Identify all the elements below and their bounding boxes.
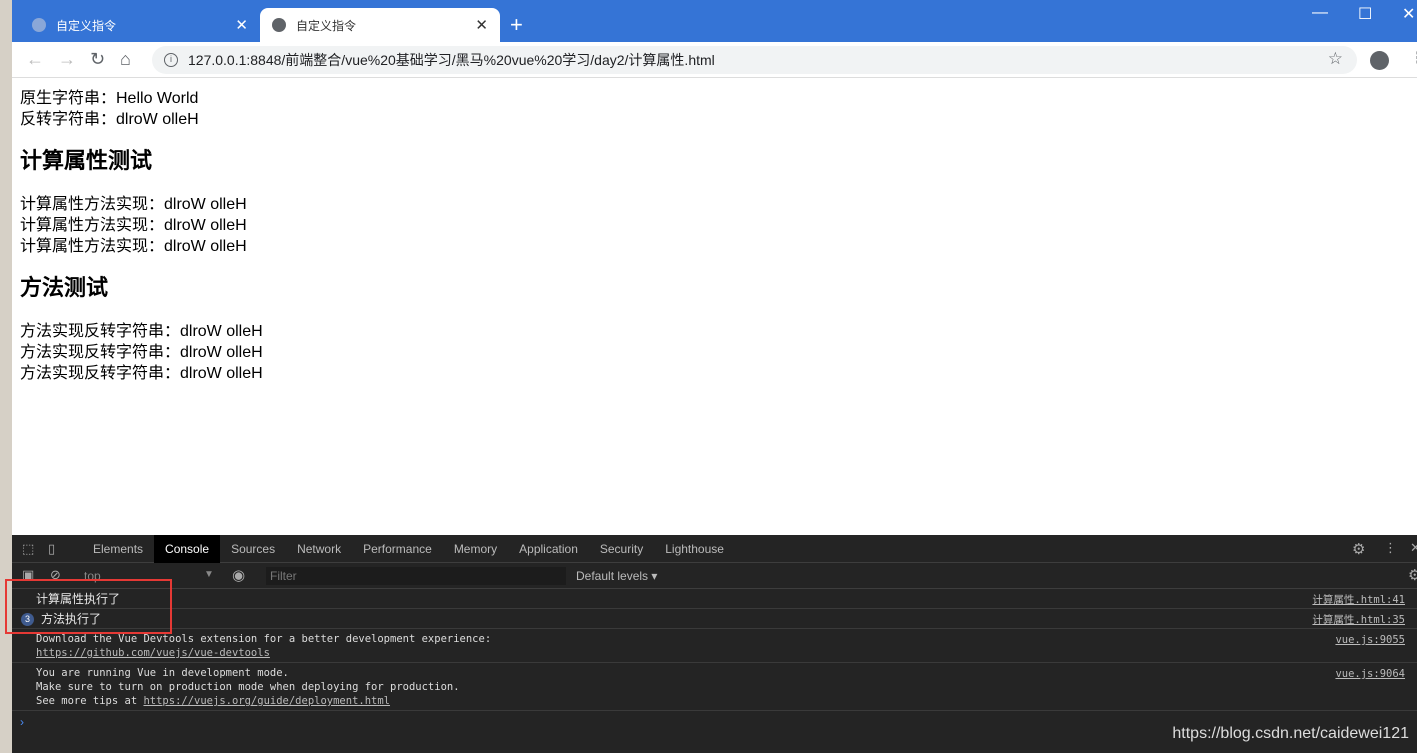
minimize-button[interactable]: — xyxy=(1312,4,1328,22)
computed-line: 计算属性方法实现：dlroW olleH xyxy=(20,238,247,255)
close-window-button[interactable]: ✕ xyxy=(1402,4,1415,24)
source-link[interactable]: 计算属性.html:35 xyxy=(1312,613,1405,627)
devtools-link[interactable]: https://github.com/vuejs/vue-devtools xyxy=(36,646,1417,660)
page-content: 原生字符串：Hello World 反转字符串：dlroW olleH 计算属性… xyxy=(20,78,1417,535)
console-settings-icon[interactable]: ⚙ xyxy=(1408,566,1417,584)
close-tab-icon[interactable]: ✕ xyxy=(235,16,248,34)
reload-icon[interactable]: ↻ xyxy=(90,49,105,70)
console-message: 计算属性执行了 计算属性.html:41 xyxy=(12,589,1417,609)
reversed-string: 反转字符串：dlroW olleH xyxy=(20,111,199,128)
method-line: 方法实现反转字符串：dlroW olleH xyxy=(20,365,263,382)
message-text: Make sure to turn on production mode whe… xyxy=(36,681,460,693)
close-devtools-icon[interactable]: ✕ xyxy=(1410,540,1417,556)
tab-console[interactable]: Console xyxy=(154,534,221,563)
source-link[interactable]: vue.js:9064 xyxy=(1335,667,1405,681)
computed-line: 计算属性方法实现：dlroW olleH xyxy=(20,217,247,234)
eye-icon[interactable]: ◉ xyxy=(232,566,245,584)
tab-bar: 自定义指令 ✕ 自定义指令 ✕ + — ☐ ✕ xyxy=(12,0,1417,42)
method-line: 方法实现反转字符串：dlroW olleH xyxy=(20,344,263,361)
tab-title: 自定义指令 xyxy=(296,18,357,33)
tab-elements[interactable]: Elements xyxy=(82,535,154,563)
console-toolbar: ▣ ⊘ top ▼ ◉ Filter Default levels ▾ ⚙ xyxy=(12,563,1417,589)
message-text: You are running Vue in development mode. xyxy=(36,667,289,679)
tab-title: 自定义指令 xyxy=(56,18,117,33)
tab-memory[interactable]: Memory xyxy=(443,535,508,563)
back-icon[interactable]: ← xyxy=(26,49,44,70)
close-tab-icon[interactable]: ✕ xyxy=(475,16,488,34)
tab-1[interactable]: 自定义指令 ✕ xyxy=(20,8,260,42)
tab-2[interactable]: 自定义指令 ✕ xyxy=(260,8,500,42)
more-options-icon[interactable]: ⋮ xyxy=(1384,540,1397,556)
console-message: You are running Vue in development mode.… xyxy=(12,663,1417,711)
method-heading: 方法测试 xyxy=(20,275,109,300)
forward-icon[interactable]: → xyxy=(58,49,76,70)
levels-dropdown[interactable]: Default levels ▾ xyxy=(576,569,657,583)
computed-heading: 计算属性测试 xyxy=(20,148,153,173)
tab-application[interactable]: Application xyxy=(508,535,589,563)
inspect-icon[interactable]: ⬚ xyxy=(22,541,34,557)
highlight-box xyxy=(5,579,172,634)
message-text: See more tips at xyxy=(36,695,144,707)
devtools-panel: ⬚ ▯ Elements Console Sources Network Per… xyxy=(12,534,1417,753)
globe-icon xyxy=(32,18,46,32)
message-text: Download the Vue Devtools extension for … xyxy=(36,633,492,645)
source-link[interactable]: 计算属性.html:41 xyxy=(1312,593,1405,607)
settings-gear-icon[interactable]: ⚙ xyxy=(1352,540,1365,558)
new-tab-button[interactable]: + xyxy=(510,12,523,38)
toolbar: ← → ↻ ⌂ i 127.0.0.1:8848/前端整合/vue%20基础学习… xyxy=(12,42,1417,78)
device-toolbar-icon[interactable]: ▯ xyxy=(48,541,55,557)
deployment-link[interactable]: https://vuejs.org/guide/deployment.html xyxy=(143,695,390,707)
menu-icon[interactable]: ⋮ xyxy=(1410,48,1417,68)
tab-performance[interactable]: Performance xyxy=(352,535,443,563)
globe-icon xyxy=(272,18,286,32)
method-line: 方法实现反转字符串：dlroW olleH xyxy=(20,323,263,340)
desktop-background xyxy=(0,0,12,753)
url-text: 127.0.0.1:8848/前端整合/vue%20基础学习/黑马%20vue%… xyxy=(188,52,715,68)
computed-line: 计算属性方法实现：dlroW olleH xyxy=(20,196,247,213)
tab-sources[interactable]: Sources xyxy=(220,535,286,563)
console-message: Download the Vue Devtools extension for … xyxy=(12,629,1417,663)
home-icon[interactable]: ⌂ xyxy=(120,49,131,70)
tab-lighthouse[interactable]: Lighthouse xyxy=(654,535,735,563)
context-dropdown-icon[interactable]: ▼ xyxy=(204,569,214,580)
profile-avatar-icon[interactable] xyxy=(1370,51,1389,70)
info-icon[interactable]: i xyxy=(164,53,178,67)
original-string: 原生字符串：Hello World xyxy=(20,90,199,107)
console-message: 3 方法执行了 计算属性.html:35 xyxy=(12,609,1417,629)
filter-input[interactable]: Filter xyxy=(266,567,566,585)
tab-network[interactable]: Network xyxy=(286,535,352,563)
watermark: https://blog.csdn.net/caidewei121 xyxy=(1172,725,1409,742)
browser-window: 自定义指令 ✕ 自定义指令 ✕ + — ☐ ✕ ← → ↻ ⌂ i 127.0.0.… xyxy=(12,0,1417,753)
address-bar[interactable]: i 127.0.0.1:8848/前端整合/vue%20基础学习/黑马%20vu… xyxy=(152,46,1357,74)
tab-security[interactable]: Security xyxy=(589,535,654,563)
devtools-tabs: ⬚ ▯ Elements Console Sources Network Per… xyxy=(12,534,1417,563)
bookmark-star-icon[interactable]: ☆ xyxy=(1328,49,1343,69)
source-link[interactable]: vue.js:9055 xyxy=(1335,633,1405,647)
console-prompt-icon[interactable]: › xyxy=(20,715,24,729)
maximize-button[interactable]: ☐ xyxy=(1358,4,1372,24)
